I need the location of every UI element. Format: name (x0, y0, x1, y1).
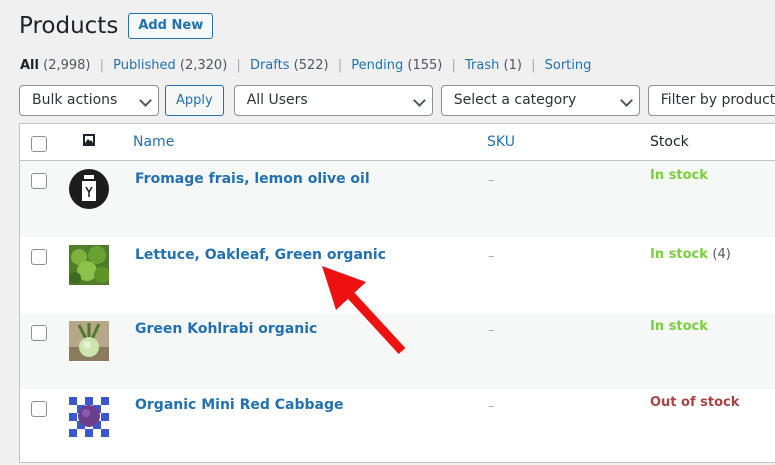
table-row: Fromage frais, lemon olive oil – In stoc… (20, 161, 775, 237)
product-name-link[interactable]: Lettuce, Oakleaf, Green organic (135, 247, 386, 263)
separator: | (451, 58, 456, 73)
image-column-icon (82, 133, 96, 151)
product-type-filter-value: Filter by product type (660, 92, 775, 108)
column-stock: Stock (650, 134, 689, 150)
view-trash[interactable]: Trash (465, 58, 499, 73)
row-checkbox[interactable] (31, 173, 47, 189)
apply-button[interactable]: Apply (165, 85, 224, 116)
lettuce-image (69, 245, 110, 285)
sku-value: – (488, 173, 495, 188)
table-row: Lettuce, Oakleaf, Green organic – In sto… (20, 237, 775, 313)
stock-status-label: In stock (650, 168, 708, 183)
product-thumbnail[interactable] (69, 321, 109, 361)
stock-quantity: (4) (712, 247, 731, 262)
chevron-down-icon (619, 94, 633, 107)
filter-bar: Bulk actions Apply All Users Select a ca… (19, 85, 775, 116)
page-header: Products Add New (19, 10, 214, 42)
stock-status-label: Out of stock (650, 395, 740, 410)
stock-status: Out of stock (650, 395, 739, 410)
bulk-actions-select[interactable]: Bulk actions (19, 85, 159, 116)
cabbage-image (69, 397, 109, 437)
separator: | (337, 58, 343, 73)
product-name-link[interactable]: Fromage frais, lemon olive oil (135, 171, 370, 187)
chevron-down-icon (139, 94, 152, 107)
separator: | (531, 58, 536, 73)
view-published[interactable]: Published (113, 58, 176, 73)
view-published-count: (2,320) (179, 58, 228, 73)
table-row: Organic Mini Red Cabbage – Out of stock (20, 389, 775, 465)
stock-status: In stock (4) (650, 247, 731, 262)
view-all[interactable]: All (20, 58, 39, 73)
stock-status: In stock (650, 168, 708, 183)
view-pending[interactable]: Pending (351, 58, 403, 73)
product-name-link[interactable]: Organic Mini Red Cabbage (135, 397, 343, 413)
column-name[interactable]: Name (133, 134, 174, 150)
kohlrabi-image (69, 321, 109, 361)
select-all-checkbox[interactable] (31, 136, 47, 152)
page-title: Products (19, 13, 119, 39)
stock-status-label: In stock (650, 247, 708, 262)
add-new-button[interactable]: Add New (128, 13, 214, 39)
users-filter-value: All Users (246, 92, 308, 108)
status-views: All (2,998) | Published (2,320) | Drafts… (20, 58, 591, 73)
category-filter-select[interactable]: Select a category (440, 85, 640, 116)
product-type-filter-select[interactable]: Filter by product type (647, 85, 775, 116)
view-trash-count: (1) (503, 58, 522, 73)
bulk-actions-value: Bulk actions (32, 92, 118, 108)
row-checkbox[interactable] (31, 249, 47, 265)
bottle-icon (69, 169, 109, 209)
products-table: Name SKU Stock Fromage frais, lemon oliv… (19, 123, 775, 463)
product-thumbnail[interactable] (69, 397, 109, 437)
sku-value: – (488, 399, 495, 414)
category-filter-value: Select a category (453, 92, 577, 108)
row-checkbox[interactable] (31, 325, 47, 341)
table-header: Name SKU Stock (20, 124, 775, 161)
product-thumbnail[interactable] (69, 245, 110, 285)
view-pending-count: (155) (407, 58, 443, 73)
row-checkbox[interactable] (31, 401, 47, 417)
view-drafts-count: (522) (293, 58, 329, 73)
product-thumbnail[interactable] (69, 169, 109, 209)
product-name-link[interactable]: Green Kohlrabi organic (135, 321, 317, 337)
column-sku[interactable]: SKU (487, 134, 515, 150)
separator: | (236, 58, 241, 73)
users-filter-select[interactable]: All Users (233, 85, 433, 116)
stock-status: In stock (650, 319, 708, 334)
table-row: Green Kohlrabi organic – In stock (20, 313, 775, 389)
separator: | (99, 58, 105, 73)
sku-value: – (488, 249, 495, 264)
stock-status-label: In stock (650, 319, 708, 334)
chevron-down-icon (412, 94, 426, 107)
sku-value: – (488, 323, 495, 338)
view-drafts[interactable]: Drafts (250, 58, 290, 73)
view-sorting[interactable]: Sorting (545, 58, 592, 73)
view-all-count: (2,998) (43, 58, 91, 73)
